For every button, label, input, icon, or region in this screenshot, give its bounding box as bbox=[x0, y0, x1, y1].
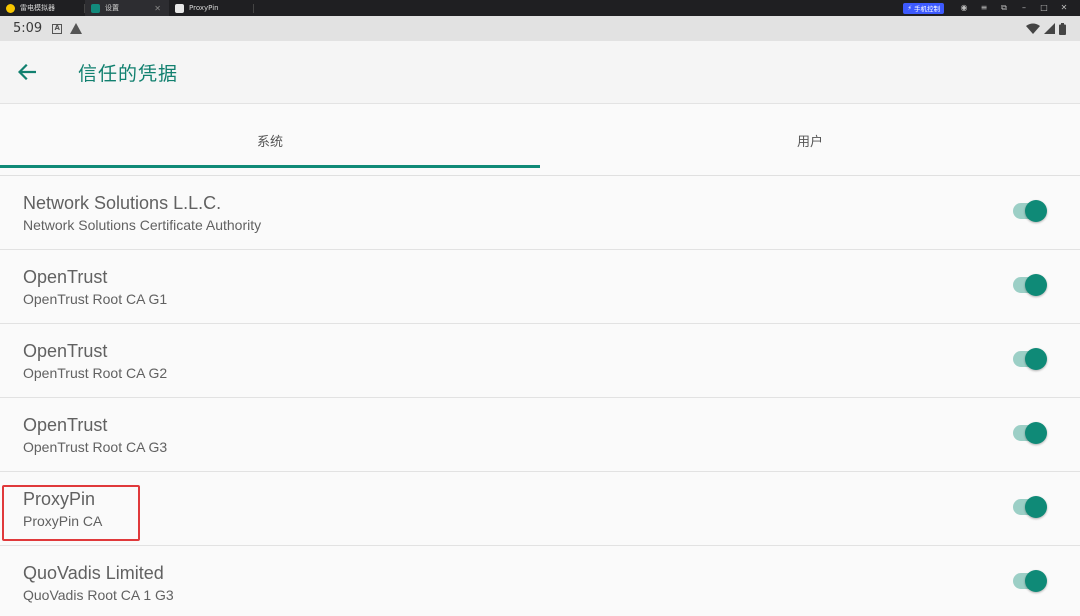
credential-toggle[interactable] bbox=[1013, 348, 1047, 370]
list-item[interactable]: OpenTrust OpenTrust Root CA G1 bbox=[0, 250, 1080, 324]
credential-toggle[interactable] bbox=[1013, 422, 1047, 444]
warning-icon bbox=[70, 23, 83, 34]
emulator-tab-label: 设置 bbox=[105, 4, 119, 12]
app-bar: 信任的凭据 bbox=[0, 41, 1080, 104]
settings-gear-icon bbox=[91, 3, 100, 13]
emulator-tab-label: ProxyPin bbox=[189, 4, 219, 12]
credential-title: OpenTrust bbox=[23, 415, 108, 435]
credential-subtitle: OpenTrust Root CA G1 bbox=[23, 291, 168, 307]
credential-subtitle: Network Solutions Certificate Authority bbox=[23, 217, 262, 233]
battery-icon bbox=[1059, 22, 1066, 35]
toggle-knob bbox=[1025, 496, 1047, 518]
close-tab-icon[interactable]: ✕ bbox=[154, 4, 161, 13]
notification-icons: A bbox=[52, 23, 83, 34]
credential-subtitle: QuoVadis Root CA 1 G3 bbox=[23, 587, 174, 603]
credential-title: ProxyPin bbox=[23, 489, 96, 509]
credentials-list: Network Solutions L.L.C. Network Solutio… bbox=[0, 176, 1080, 616]
tab-user[interactable]: 用户 bbox=[540, 105, 1080, 175]
emulator-tab-settings[interactable]: 设置 ✕ bbox=[85, 0, 169, 16]
emulator-title-bar: 雷电模拟器 设置 ✕ ProxyPin ⚡ 手机控制 ◉ ≡ ⧉ – □ ✕ bbox=[0, 0, 1080, 16]
credential-subtitle: OpenTrust Root CA G2 bbox=[23, 365, 168, 381]
credential-tabs: 系统 用户 bbox=[0, 105, 1080, 176]
credential-toggle[interactable] bbox=[1013, 496, 1047, 518]
toggle-knob bbox=[1025, 200, 1047, 222]
list-item[interactable]: QuoVadis Limited QuoVadis Root CA 1 G3 bbox=[0, 546, 1080, 616]
tab-divider bbox=[253, 3, 254, 13]
arrow-back-icon bbox=[18, 64, 36, 80]
proxypin-app-icon bbox=[175, 3, 184, 13]
emulator-window-controls: ⚡ 手机控制 ◉ ≡ ⧉ – □ ✕ bbox=[903, 0, 1080, 16]
minimize-icon[interactable]: – bbox=[1014, 0, 1034, 16]
credential-subtitle: ProxyPin CA bbox=[23, 513, 103, 529]
restore-icon[interactable]: ⧉ bbox=[994, 0, 1014, 16]
lightning-icon: ⚡ bbox=[907, 4, 912, 12]
list-item[interactable]: ProxyPin ProxyPin CA bbox=[0, 472, 1080, 546]
toggle-knob bbox=[1025, 274, 1047, 296]
android-status-bar: 5:09 A bbox=[0, 16, 1080, 41]
cell-signal-icon bbox=[1044, 23, 1055, 34]
emulator-tab-proxypin[interactable]: ProxyPin bbox=[169, 0, 253, 16]
credential-toggle[interactable] bbox=[1013, 200, 1047, 222]
emulator-tab-ldplayer[interactable]: 雷电模拟器 bbox=[0, 0, 84, 16]
back-button[interactable] bbox=[0, 41, 54, 104]
emulator-tab-label: 雷电模拟器 bbox=[20, 4, 55, 12]
toggle-knob bbox=[1025, 348, 1047, 370]
system-status-icons bbox=[1026, 22, 1066, 35]
phone-control-button[interactable]: ⚡ 手机控制 bbox=[903, 2, 944, 14]
maximize-icon[interactable]: □ bbox=[1034, 0, 1054, 16]
credential-title: OpenTrust bbox=[23, 267, 108, 287]
toggle-knob bbox=[1025, 422, 1047, 444]
menu-icon[interactable]: ≡ bbox=[974, 0, 994, 16]
list-item[interactable]: Network Solutions L.L.C. Network Solutio… bbox=[0, 176, 1080, 250]
toggle-knob bbox=[1025, 570, 1047, 592]
a-notification-icon: A bbox=[52, 23, 63, 34]
page-title: 信任的凭据 bbox=[78, 62, 179, 85]
list-item[interactable]: OpenTrust OpenTrust Root CA G2 bbox=[0, 324, 1080, 398]
credential-subtitle: OpenTrust Root CA G3 bbox=[23, 439, 168, 455]
close-window-icon[interactable]: ✕ bbox=[1054, 0, 1074, 16]
wifi-icon bbox=[1026, 23, 1040, 34]
credential-title: QuoVadis Limited bbox=[23, 563, 164, 583]
status-time: 5:09 bbox=[13, 21, 43, 36]
list-item[interactable]: OpenTrust OpenTrust Root CA G3 bbox=[0, 398, 1080, 472]
credential-toggle[interactable] bbox=[1013, 570, 1047, 592]
phone-control-label: 手机控制 bbox=[914, 5, 940, 13]
credential-toggle[interactable] bbox=[1013, 274, 1047, 296]
credential-title: Network Solutions L.L.C. bbox=[23, 193, 222, 213]
ldplayer-logo-icon bbox=[6, 3, 15, 13]
credential-title: OpenTrust bbox=[23, 341, 108, 361]
user-account-icon[interactable]: ◉ bbox=[954, 0, 974, 16]
tab-system[interactable]: 系统 bbox=[0, 105, 540, 175]
